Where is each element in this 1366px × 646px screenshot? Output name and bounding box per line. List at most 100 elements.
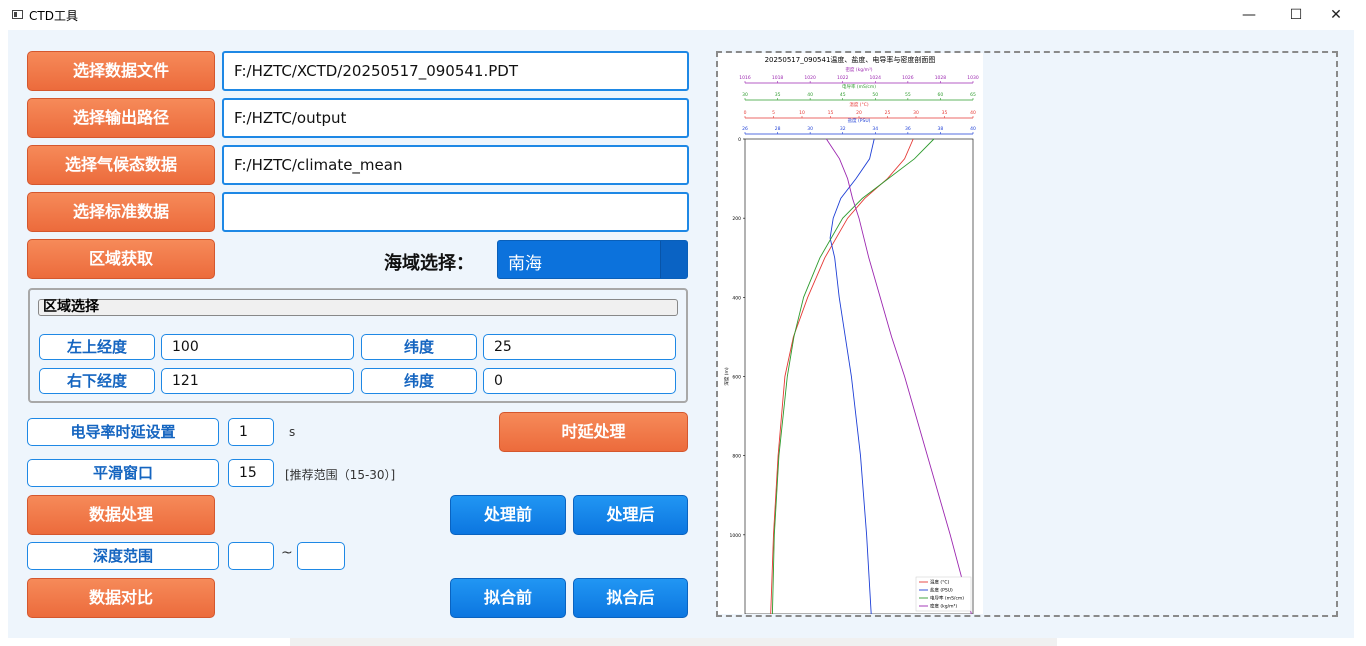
depth-from-input[interactable] <box>228 542 274 570</box>
delay-input[interactable]: 1 <box>228 418 274 446</box>
smooth-window-input[interactable]: 15 <box>228 459 274 487</box>
axis-tick-label-2: 15 <box>828 110 834 116</box>
sea-area-value: 南海 <box>508 254 542 274</box>
axis-tick-label-2: 20 <box>856 110 862 116</box>
bottom-right-lon-label: 右下经度 <box>39 368 155 394</box>
legend-label-3: 密度 (kg/m³) <box>930 603 957 610</box>
smooth-window-label: 平滑窗口 <box>27 459 219 487</box>
axis-label-1: 电导率 (mS/cm) <box>842 83 876 90</box>
chart-title: 20250517_090541温度、盐度、电导率与密度剖面图 <box>765 55 936 64</box>
axis-tick-label-2: 30 <box>913 110 919 116</box>
series-line-3 <box>826 138 972 615</box>
axis-label-2: 温度 (°C) <box>849 101 869 108</box>
bottom-right-lon-input[interactable]: 121 <box>161 368 354 394</box>
axis-tick-label-1: 45 <box>840 92 846 98</box>
standard-path-input[interactable] <box>222 192 689 232</box>
get-region-button[interactable]: 区域获取 <box>27 239 215 279</box>
axis-tick-label-3: 38 <box>938 126 944 132</box>
axis-tick-label-2: 0 <box>744 110 747 116</box>
close-button[interactable]: ✕ <box>1313 0 1359 30</box>
axis-label-0: 密度 (kg/m³) <box>845 66 872 73</box>
axis-tick-label-0: 1022 <box>837 75 849 81</box>
app-icon <box>12 10 23 19</box>
title-bar: CTD工具 — ☐ ✕ <box>0 0 1366 30</box>
delay-process-button[interactable]: 时延处理 <box>499 412 688 452</box>
sea-area-label: 海域选择： <box>384 253 474 274</box>
axis-tick-label-1: 55 <box>905 92 911 98</box>
axis-tick-label-3: 40 <box>970 126 976 132</box>
axis-tick-label-0: 1016 <box>739 75 751 81</box>
series-line-1 <box>829 138 875 615</box>
lat2-input[interactable]: 0 <box>483 368 676 394</box>
series-line-0 <box>770 138 914 615</box>
axis-tick-label-3: 36 <box>905 126 911 132</box>
fit-after-button[interactable]: 拟合后 <box>573 578 688 618</box>
axis-tick-label-1: 50 <box>872 92 878 98</box>
select-standard-data-button[interactable]: 选择标准数据 <box>27 192 215 232</box>
legend-label-0: 温度 (°C) <box>930 579 950 586</box>
axis-tick-label-0: 1030 <box>967 75 979 81</box>
sea-area-select[interactable]: 南海 <box>497 240 688 279</box>
climate-path-input[interactable]: F:/HZTC/climate_mean <box>222 145 689 185</box>
y-tick-label: 1000 <box>730 533 742 539</box>
axis-tick-label-3: 26 <box>742 126 748 132</box>
y-tick-label: 200 <box>732 216 741 222</box>
y-tick-label: 400 <box>732 295 741 301</box>
depth-separator: ~ <box>281 545 293 561</box>
axis-tick-label-1: 65 <box>970 92 976 98</box>
axis-tick-label-0: 1028 <box>935 75 947 81</box>
data-compare-button[interactable]: 数据对比 <box>27 578 215 618</box>
axis-tick-label-1: 40 <box>807 92 813 98</box>
axis-tick-label-3: 32 <box>840 126 846 132</box>
axis-tick-label-0: 1026 <box>902 75 914 81</box>
conductivity-delay-label: 电导率时延设置 <box>27 418 219 446</box>
output-path-input[interactable]: F:/HZTC/output <box>222 98 689 138</box>
lat2-label: 纬度 <box>361 368 477 394</box>
axis-tick-label-3: 30 <box>807 126 813 132</box>
axis-tick-label-0: 1018 <box>772 75 784 81</box>
before-process-button[interactable]: 处理前 <box>450 495 566 535</box>
select-output-path-button[interactable]: 选择输出路径 <box>27 98 215 138</box>
axis-tick-label-2: 40 <box>970 110 976 116</box>
axis-tick-label-1: 60 <box>938 92 944 98</box>
profile-chart: 20250517_090541温度、盐度、电导率与密度剖面图密度 (kg/m³)… <box>718 53 983 615</box>
axis-tick-label-3: 28 <box>775 126 781 132</box>
lat1-input[interactable]: 25 <box>483 334 676 360</box>
legend-label-2: 电导率 (mS/cm) <box>930 595 964 602</box>
depth-to-input[interactable] <box>297 542 345 570</box>
series-line-2 <box>771 138 935 615</box>
chevron-down-icon[interactable] <box>660 241 687 278</box>
bottom-strip <box>290 638 1057 646</box>
lat1-label: 纬度 <box>361 334 477 360</box>
smooth-hint: [推荐范围（15-30）] <box>285 468 396 482</box>
axis-tick-label-1: 30 <box>742 92 748 98</box>
minimize-button[interactable]: — <box>1226 0 1272 30</box>
window-title: CTD工具 <box>29 9 78 23</box>
axis-label-3: 盐度 (PSU) <box>848 117 871 124</box>
y-tick-label: 0 <box>738 137 741 143</box>
axis-tick-label-2: 5 <box>772 110 775 116</box>
fit-before-button[interactable]: 拟合前 <box>450 578 566 618</box>
depth-range-label: 深度范围 <box>27 542 219 570</box>
legend-label-1: 盐度 (PSU) <box>930 587 953 594</box>
select-climate-data-button[interactable]: 选择气候态数据 <box>27 145 215 185</box>
select-data-file-button[interactable]: 选择数据文件 <box>27 51 215 91</box>
region-group-title: 区域选择 <box>38 299 678 316</box>
y-tick-label: 600 <box>732 375 741 381</box>
y-tick-label: 800 <box>732 454 741 460</box>
top-left-lon-input[interactable]: 100 <box>161 334 354 360</box>
axis-tick-label-1: 35 <box>775 92 781 98</box>
axis-tick-label-0: 1020 <box>804 75 816 81</box>
axis-tick-label-3: 34 <box>872 126 878 132</box>
top-left-lon-label: 左上经度 <box>39 334 155 360</box>
axis-tick-label-2: 35 <box>942 110 948 116</box>
delay-unit: s <box>289 425 296 439</box>
axis-tick-label-2: 10 <box>799 110 805 116</box>
plot-frame <box>744 138 974 615</box>
y-axis-label: 深度 (m) <box>723 367 730 386</box>
data-file-path-input[interactable]: F:/HZTC/XCTD/20250517_090541.PDT <box>222 51 689 91</box>
axis-tick-label-2: 25 <box>885 110 891 116</box>
axis-tick-label-0: 1024 <box>870 75 882 81</box>
data-process-button[interactable]: 数据处理 <box>27 495 215 535</box>
after-process-button[interactable]: 处理后 <box>573 495 688 535</box>
